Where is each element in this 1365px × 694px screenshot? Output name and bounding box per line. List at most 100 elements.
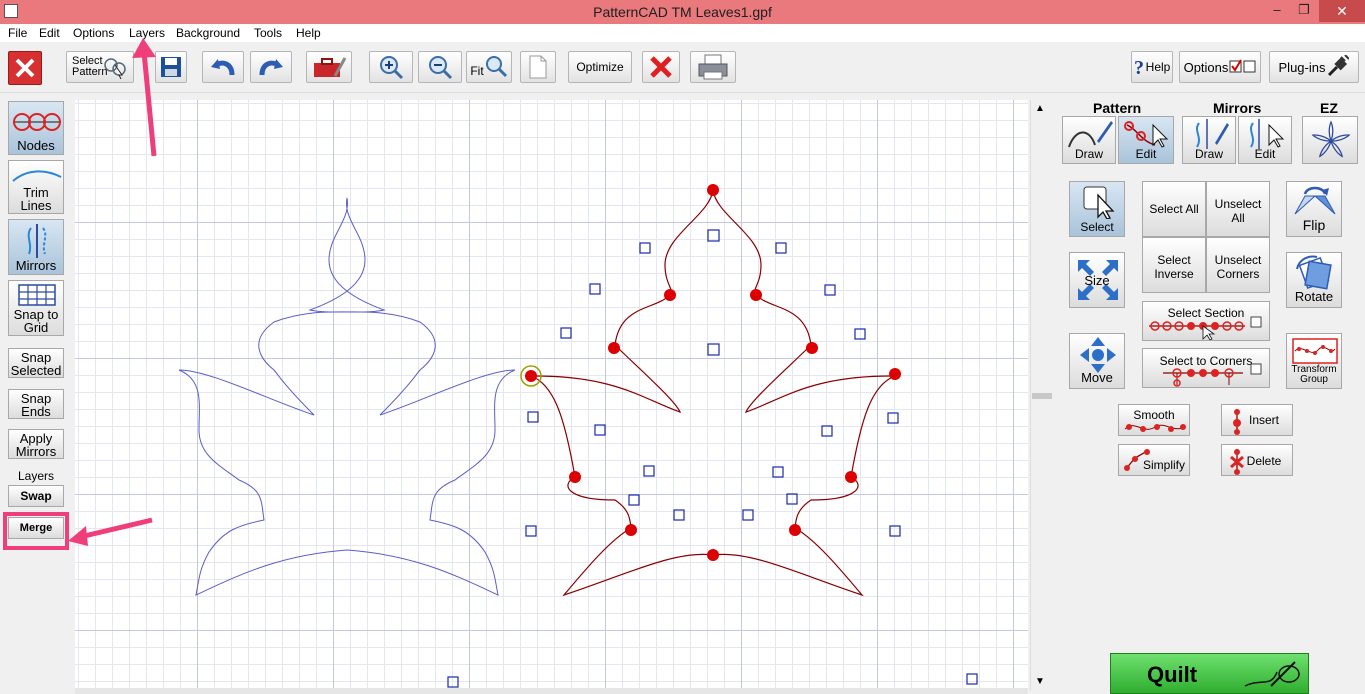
mirrors-draw-button[interactable]: Draw bbox=[1182, 116, 1236, 164]
unselect-corners-button[interactable]: Unselect Corners bbox=[1206, 237, 1270, 293]
pattern-edit-button[interactable]: Edit bbox=[1118, 116, 1174, 164]
select-to-corners-button[interactable]: Select to Corners bbox=[1142, 348, 1270, 388]
zoom-in-icon bbox=[380, 56, 404, 80]
fit-label: Fit bbox=[470, 64, 484, 78]
drawing-canvas[interactable] bbox=[75, 100, 1028, 688]
transform-group-button[interactable]: Transform Group bbox=[1286, 333, 1342, 389]
ghost-leaf-outline bbox=[178, 197, 516, 596]
delete-pattern-button[interactable] bbox=[642, 51, 680, 83]
select-section-button[interactable]: Select Section bbox=[1142, 301, 1270, 341]
mirrors-button[interactable]: Mirrors bbox=[8, 219, 64, 275]
insert-button[interactable]: Insert bbox=[1221, 404, 1293, 436]
merge-layers-button[interactable]: Merge bbox=[8, 517, 64, 539]
nodes-icon bbox=[13, 113, 61, 131]
pattern-draw-label: Draw bbox=[1074, 147, 1103, 161]
scroll-down-icon[interactable]: ▼ bbox=[1035, 676, 1045, 687]
menu-help[interactable]: Help bbox=[296, 24, 321, 42]
nodes-button[interactable]: Nodes bbox=[8, 101, 64, 155]
insert-label: Insert bbox=[1248, 413, 1279, 427]
move-button[interactable]: Move bbox=[1069, 333, 1125, 389]
redo-button[interactable] bbox=[250, 51, 292, 83]
pattern-draw-button[interactable]: Draw bbox=[1062, 116, 1116, 164]
select-label: Select bbox=[1080, 220, 1114, 234]
select-tool-button[interactable]: Select bbox=[1069, 181, 1125, 237]
mirrors-edit-label: Edit bbox=[1254, 147, 1276, 161]
pattern-drawing bbox=[178, 184, 978, 688]
size-label: Size bbox=[1084, 273, 1110, 288]
corners-checkbox-icon[interactable] bbox=[1250, 363, 1262, 375]
fit-button[interactable]: Fit bbox=[466, 51, 512, 83]
transform-group-label: Transform Group bbox=[1291, 364, 1337, 385]
delete-label: Delete bbox=[1246, 454, 1282, 468]
layers-label: Layers bbox=[17, 469, 55, 483]
snap-to-grid-button[interactable]: Snap to Grid bbox=[8, 280, 64, 336]
minimize-button[interactable]: – bbox=[1262, 0, 1292, 22]
menu-tools[interactable]: Tools bbox=[254, 24, 282, 42]
print-button[interactable] bbox=[690, 51, 736, 83]
close-window-button[interactable]: ✕ bbox=[1319, 0, 1365, 22]
horizontal-scrollbar[interactable] bbox=[75, 688, 1028, 694]
quilt-button[interactable]: Quilt bbox=[1110, 653, 1309, 694]
trim-lines-icon bbox=[12, 170, 62, 182]
size-button[interactable]: Size bbox=[1069, 252, 1125, 308]
pink-arrow-left-icon bbox=[68, 517, 153, 546]
vertical-scrollbar[interactable]: ▲ ▼ bbox=[1030, 100, 1053, 690]
scroll-up-icon[interactable]: ▲ bbox=[1035, 103, 1045, 114]
simplify-button[interactable]: Simplify bbox=[1118, 444, 1190, 476]
ez-button[interactable] bbox=[1302, 116, 1358, 164]
undo-icon bbox=[211, 59, 235, 76]
checkbox-icon bbox=[1229, 59, 1256, 73]
menu-edit[interactable]: Edit bbox=[39, 24, 60, 42]
svg-text:?: ? bbox=[1134, 57, 1144, 77]
smooth-icon bbox=[1124, 424, 1186, 432]
nodes-label: Nodes bbox=[17, 138, 55, 153]
rotate-label: Rotate bbox=[1294, 289, 1334, 304]
apply-mirrors-button[interactable]: Apply Mirrors bbox=[8, 429, 64, 459]
smooth-button[interactable]: Smooth bbox=[1118, 404, 1190, 436]
options-button[interactable]: Options bbox=[1179, 51, 1261, 83]
tools-button[interactable] bbox=[306, 51, 352, 83]
select-pattern-button[interactable]: Select Pattern bbox=[66, 51, 134, 83]
zoom-in-button[interactable] bbox=[369, 51, 413, 83]
help-button[interactable]: ? Help bbox=[1131, 51, 1173, 83]
rotate-button[interactable]: Rotate bbox=[1286, 252, 1342, 308]
question-icon: ? bbox=[1134, 57, 1144, 77]
zoom-out-button[interactable] bbox=[418, 51, 462, 83]
menu-background[interactable]: Background bbox=[176, 24, 240, 42]
snap-selected-button[interactable]: Snap Selected bbox=[8, 348, 64, 378]
page-icon bbox=[529, 55, 547, 79]
new-page-button[interactable] bbox=[520, 51, 556, 83]
select-inverse-button[interactable]: Select Inverse bbox=[1142, 237, 1206, 293]
trim-lines-button[interactable]: Trim Lines bbox=[8, 160, 64, 214]
mirrors-draw-label: Draw bbox=[1194, 147, 1223, 161]
undo-button[interactable] bbox=[202, 51, 244, 83]
pattern-header: Pattern bbox=[1093, 100, 1142, 116]
swap-layers-button[interactable]: Swap bbox=[8, 485, 64, 507]
options-label: Options bbox=[1183, 59, 1229, 75]
menu-file[interactable]: File bbox=[8, 24, 27, 42]
delete-button[interactable]: Delete bbox=[1221, 444, 1293, 476]
mirrors-edit-button[interactable]: Edit bbox=[1238, 116, 1292, 164]
scroll-thumb[interactable] bbox=[1032, 393, 1052, 399]
ez-header: EZ bbox=[1320, 100, 1338, 116]
help-label: Help bbox=[1145, 60, 1171, 74]
mirror-icon bbox=[27, 224, 47, 258]
section-nodes-icon bbox=[1149, 321, 1245, 340]
trim-lines-label: Trim Lines bbox=[20, 185, 52, 213]
exit-button[interactable] bbox=[8, 51, 42, 85]
select-pointer-icon bbox=[1083, 186, 1115, 219]
section-checkbox-icon[interactable] bbox=[1250, 316, 1262, 328]
plugins-button[interactable]: Plug-ins bbox=[1269, 51, 1359, 83]
plug-icon bbox=[1328, 55, 1350, 77]
pink-arrow-up-icon bbox=[132, 38, 157, 157]
snap-ends-button[interactable]: Snap Ends bbox=[8, 389, 64, 419]
unselect-all-button[interactable]: Unselect All bbox=[1206, 181, 1270, 237]
pen-draw-icon bbox=[1068, 121, 1113, 148]
flower-icon bbox=[1311, 120, 1351, 158]
menu-options[interactable]: Options bbox=[73, 24, 114, 42]
pattern-nodes bbox=[569, 184, 901, 561]
select-all-button[interactable]: Select All bbox=[1142, 181, 1206, 237]
flip-button[interactable]: Flip bbox=[1286, 181, 1342, 237]
maximize-button[interactable]: ❐ bbox=[1290, 0, 1318, 22]
optimize-button[interactable]: Optimize bbox=[568, 51, 632, 83]
